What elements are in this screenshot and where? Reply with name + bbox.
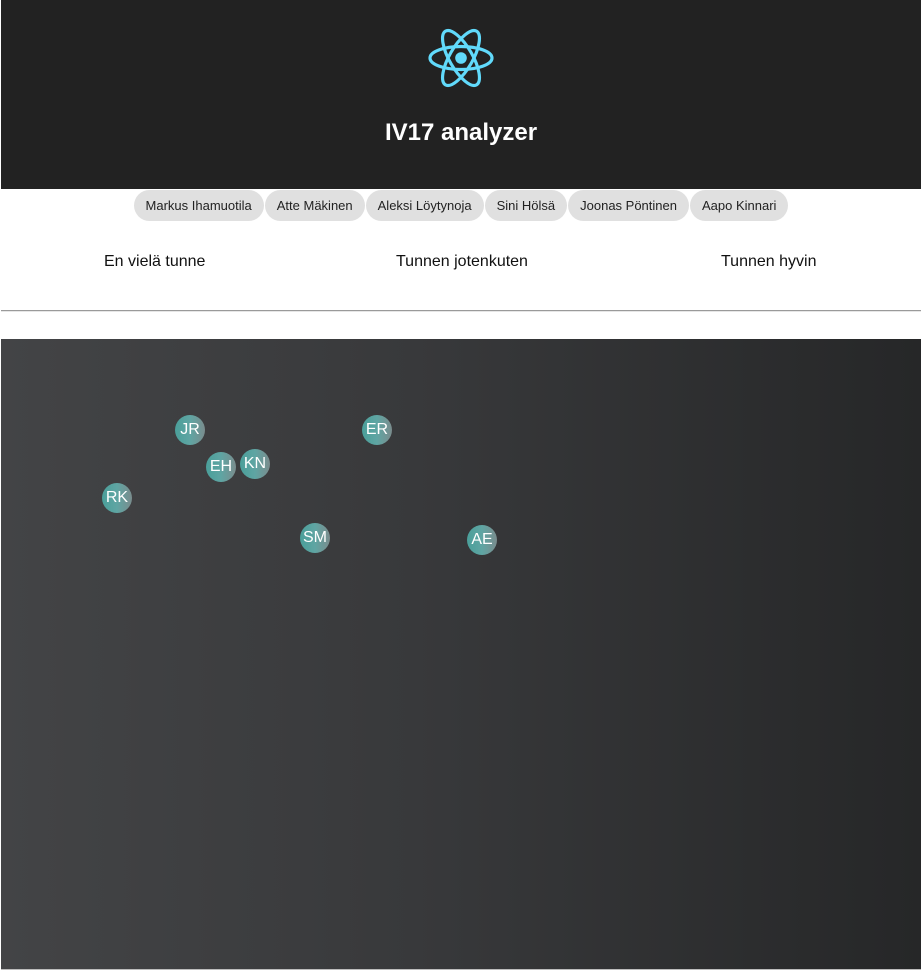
app-frame: IV17 analyzer Markus Ihamuotila Atte Mäk… xyxy=(1,0,921,971)
person-tab-aapo-kinnari[interactable]: Aapo Kinnari xyxy=(689,190,789,221)
person-chip-ae[interactable]: AE xyxy=(467,525,497,555)
person-tabs: Markus Ihamuotila Atte Mäkinen Aleksi Lö… xyxy=(1,190,921,221)
page-title: IV17 analyzer xyxy=(384,119,538,146)
person-chip-jr[interactable]: JR xyxy=(175,415,205,445)
bottom-border xyxy=(1,969,921,970)
person-chip-er[interactable]: ER xyxy=(362,415,392,445)
person-chip-sm[interactable]: SM xyxy=(300,523,330,553)
person-chip-rk[interactable]: RK xyxy=(102,483,132,513)
person-tab-aleksi-loytynoja[interactable]: Aleksi Löytynoja xyxy=(365,190,484,221)
scale-label-well: Tunnen hyvin xyxy=(721,253,817,270)
scale-label-unknown: En vielä tunne xyxy=(104,253,206,270)
person-tab-atte-makinen[interactable]: Atte Mäkinen xyxy=(264,190,365,221)
person-tab-markus-ihamuotila[interactable]: Markus Ihamuotila xyxy=(133,190,264,221)
react-atom-icon xyxy=(427,26,495,90)
person-tab-sini-holsa[interactable]: Sini Hölsä xyxy=(484,190,568,221)
app-header: IV17 analyzer xyxy=(1,0,921,189)
scale-label-somewhat: Tunnen jotenkuten xyxy=(396,253,528,270)
person-chip-kn[interactable]: KN xyxy=(240,449,270,479)
divider xyxy=(1,310,921,312)
person-chip-eh[interactable]: EH xyxy=(206,452,236,482)
drag-board[interactable]: JR ER EH KN RK SM AE xyxy=(1,339,921,969)
person-tab-joonas-pontinen[interactable]: Joonas Pöntinen xyxy=(568,190,689,221)
